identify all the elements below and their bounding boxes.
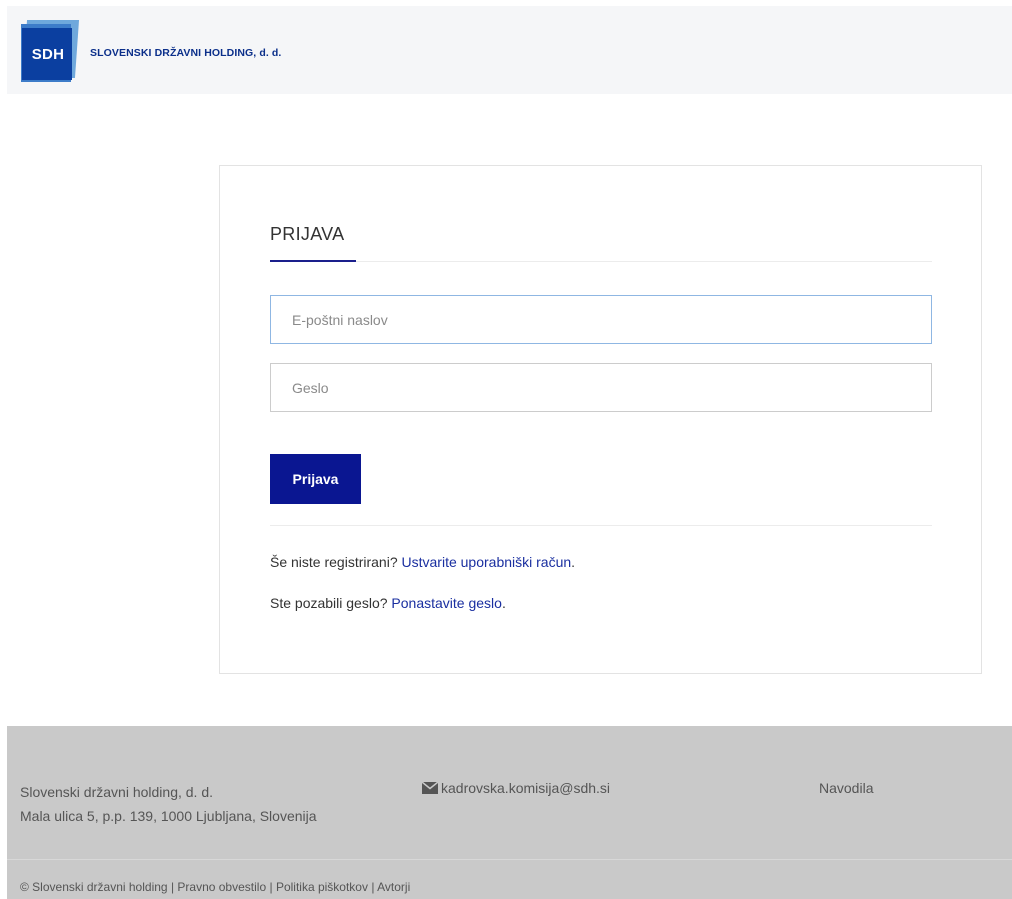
footer-divider bbox=[7, 859, 1012, 860]
footer-divider-1: | bbox=[170, 880, 175, 894]
footer-address: Mala ulica 5, p.p. 139, 1000 Ljubljana, … bbox=[20, 808, 317, 824]
form-divider bbox=[270, 525, 932, 526]
register-prompt: Še niste registrirani? bbox=[270, 554, 398, 570]
forgot-period: . bbox=[501, 595, 506, 611]
footer-copyright: © Slovenski državni holding bbox=[20, 880, 168, 894]
footer-divider-2: | bbox=[269, 880, 273, 894]
footer-cookies-link[interactable]: Politika piškotkov bbox=[276, 880, 368, 894]
footer-company: Slovenski državni holding, d. d. bbox=[20, 784, 213, 800]
email-input[interactable] bbox=[270, 295, 932, 344]
login-card: PRIJAVA Prijava Še niste registrirani? U… bbox=[219, 165, 982, 674]
footer-email-link[interactable]: kadrovska.komisija@sdh.si bbox=[441, 780, 610, 796]
title-underline bbox=[270, 260, 356, 262]
footer-email: kadrovska.komisija@sdh.si bbox=[422, 780, 610, 796]
login-button[interactable]: Prijava bbox=[270, 454, 361, 504]
page: SDH SLOVENSKI DRŽAVNI HOLDING, d. d. PRI… bbox=[0, 0, 1012, 899]
site-footer: Slovenski državni holding, d. d. Mala ul… bbox=[7, 726, 1012, 899]
footer-copyright-line: © Slovenski državni holding | Pravno obv… bbox=[20, 880, 410, 894]
site-header: SDH SLOVENSKI DRŽAVNI HOLDING, d. d. bbox=[7, 6, 1012, 94]
forgot-prompt: Ste pozabili geslo? bbox=[270, 595, 388, 611]
envelope-icon bbox=[422, 782, 438, 794]
forgot-password-link[interactable]: Ponastavite geslo bbox=[391, 595, 502, 611]
footer-authors-link[interactable]: Avtorji bbox=[377, 880, 410, 894]
footer-divider-3: | bbox=[371, 880, 375, 894]
forgot-line: Ste pozabili geslo? Ponastavite geslo. bbox=[270, 595, 506, 611]
login-title: PRIJAVA bbox=[270, 224, 345, 244]
footer-help-link[interactable]: Navodila bbox=[819, 780, 873, 796]
title-divider bbox=[270, 261, 932, 262]
logo-text: SDH bbox=[31, 46, 65, 63]
footer-address-block: Slovenski državni holding, d. d. Mala ul… bbox=[20, 780, 317, 828]
footer-legal-link[interactable]: Pravno obvestilo bbox=[177, 880, 266, 894]
register-link[interactable]: Ustvarite uporabniški račun bbox=[402, 554, 572, 570]
company-name[interactable]: SLOVENSKI DRŽAVNI HOLDING, d. d. bbox=[90, 47, 281, 59]
sdh-logo[interactable]: SDH bbox=[21, 20, 80, 82]
register-period: . bbox=[571, 554, 576, 570]
password-input[interactable] bbox=[270, 363, 932, 412]
register-line: Še niste registrirani? Ustvarite uporabn… bbox=[270, 554, 575, 570]
